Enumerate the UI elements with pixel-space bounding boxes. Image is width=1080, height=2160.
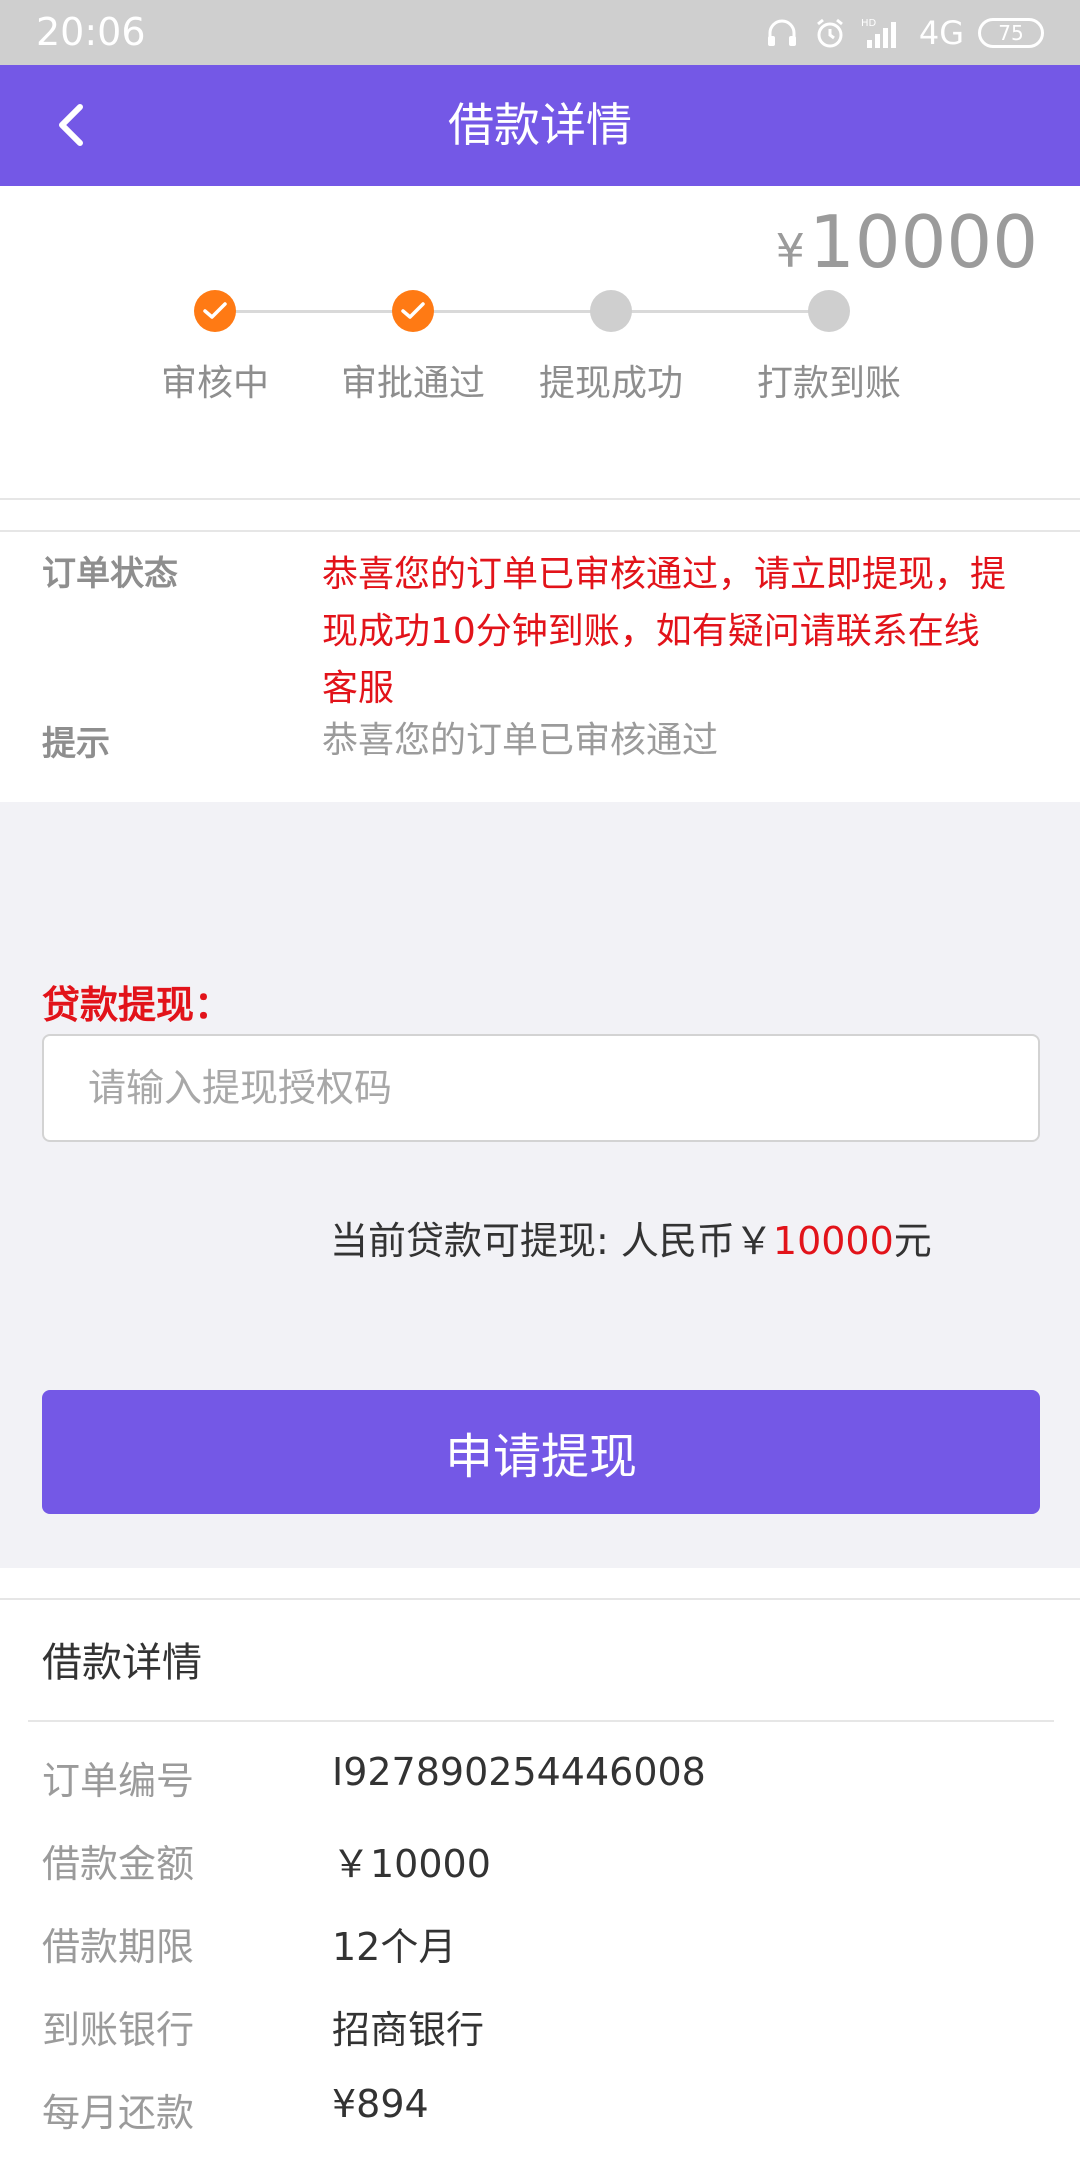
detail-row: 每月还款 ¥894 (42, 2082, 429, 2137)
withdraw-title: 贷款提现： (42, 983, 233, 1027)
headset-icon (765, 16, 799, 50)
apply-withdraw-button[interactable]: 申请提现 (42, 1390, 1040, 1514)
amount-value: 10000 (808, 200, 1038, 284)
detail-value: ¥894 (332, 2082, 429, 2126)
detail-label: 借款金额 (42, 1842, 195, 1886)
detail-row: 到账银行 招商银行 (42, 1999, 484, 2054)
status-line: 客服 (322, 668, 395, 709)
status-line: 恭喜您的订单已审核通过，请立即提现，提 (322, 554, 1007, 595)
step-connector (413, 310, 611, 313)
auth-code-input[interactable] (42, 1034, 1040, 1142)
available-amount-text: 当前贷款可提现: 人民币￥10000元 (330, 1210, 932, 1265)
step-1-check-icon (194, 290, 236, 332)
order-status-row: 订单状态 恭喜您的订单已审核通过，请立即提现，提 现成功10分钟到账，如有疑问请… (42, 546, 1042, 717)
hint-value: 恭喜您的订单已审核通过 (322, 720, 719, 761)
step-3-dot (590, 290, 632, 332)
detail-row: 订单编号 I927890254446008 (42, 1750, 706, 1805)
withdraw-section: 贷款提现： 当前贷款可提现: 人民币￥10000元 申请提现 (0, 802, 1080, 1568)
available-prefix: 当前贷款可提现: 人民币￥ (330, 1219, 773, 1263)
detail-value: ￥10000 (332, 1842, 491, 1886)
app-header: 借款详情 (0, 65, 1080, 186)
network-type: 4G (918, 14, 964, 52)
divider (28, 1720, 1054, 1722)
available-amount: 10000 (772, 1219, 894, 1263)
signal-icon: HD (861, 16, 905, 50)
loan-amount: ¥ 10000 (776, 200, 1038, 284)
details-title: 借款详情 (42, 1640, 202, 1686)
alarm-icon (813, 16, 847, 50)
loan-details: 借款详情 订单编号 I927890254446008 借款金额 ￥10000 借… (0, 1598, 1080, 2160)
detail-label: 借款期限 (42, 1925, 195, 1969)
step-label: 审批通过 (340, 363, 485, 404)
status-line: 现成功10分钟到账，如有疑问请联系在线 (322, 611, 980, 652)
status-time: 20:06 (36, 10, 146, 54)
detail-label: 每月还款 (42, 2091, 195, 2135)
detail-value: 12个月 (332, 1925, 457, 1969)
status-icons: HD 4G 75 (765, 12, 1044, 54)
chevron-left-icon (59, 104, 83, 146)
detail-value: I927890254446008 (332, 1750, 706, 1794)
loan-progress: ¥ 10000 审核中 审批通过 提现成功 打款到账 (0, 186, 1080, 500)
detail-label: 订单编号 (42, 1759, 195, 1803)
back-button[interactable] (40, 93, 104, 157)
detail-row: 借款金额 ￥10000 (42, 1833, 491, 1888)
step-label: 提现成功 (538, 363, 683, 404)
order-status-label: 订单状态 (42, 554, 178, 594)
hint-row: 提示 恭喜您的订单已审核通过 (42, 716, 1042, 766)
available-suffix: 元 (893, 1219, 932, 1263)
step-4-dot (808, 290, 850, 332)
step-connector (215, 310, 415, 313)
battery-level: 75 (998, 21, 1024, 45)
hint-label: 提示 (42, 724, 110, 764)
currency-symbol: ¥ (775, 224, 805, 278)
page-title: 借款详情 (448, 98, 632, 152)
step-label: 打款到账 (756, 363, 901, 404)
detail-row: 借款期限 12个月 (42, 1916, 456, 1971)
detail-value: 招商银行 (332, 2008, 485, 2052)
battery-icon: 75 (978, 18, 1044, 48)
step-connector (611, 310, 829, 313)
step-label: 审核中 (160, 363, 269, 404)
step-2-check-icon (392, 290, 434, 332)
detail-label: 到账银行 (42, 2008, 195, 2052)
status-bar: 20:06 HD 4G 75 (0, 0, 1080, 65)
order-status-value: 恭喜您的订单已审核通过，请立即提现，提 现成功10分钟到账，如有疑问请联系在线 … (322, 546, 1042, 717)
hd-label: HD (861, 18, 877, 29)
order-info: 订单状态 恭喜您的订单已审核通过，请立即提现，提 现成功10分钟到账，如有疑问请… (0, 530, 1080, 802)
